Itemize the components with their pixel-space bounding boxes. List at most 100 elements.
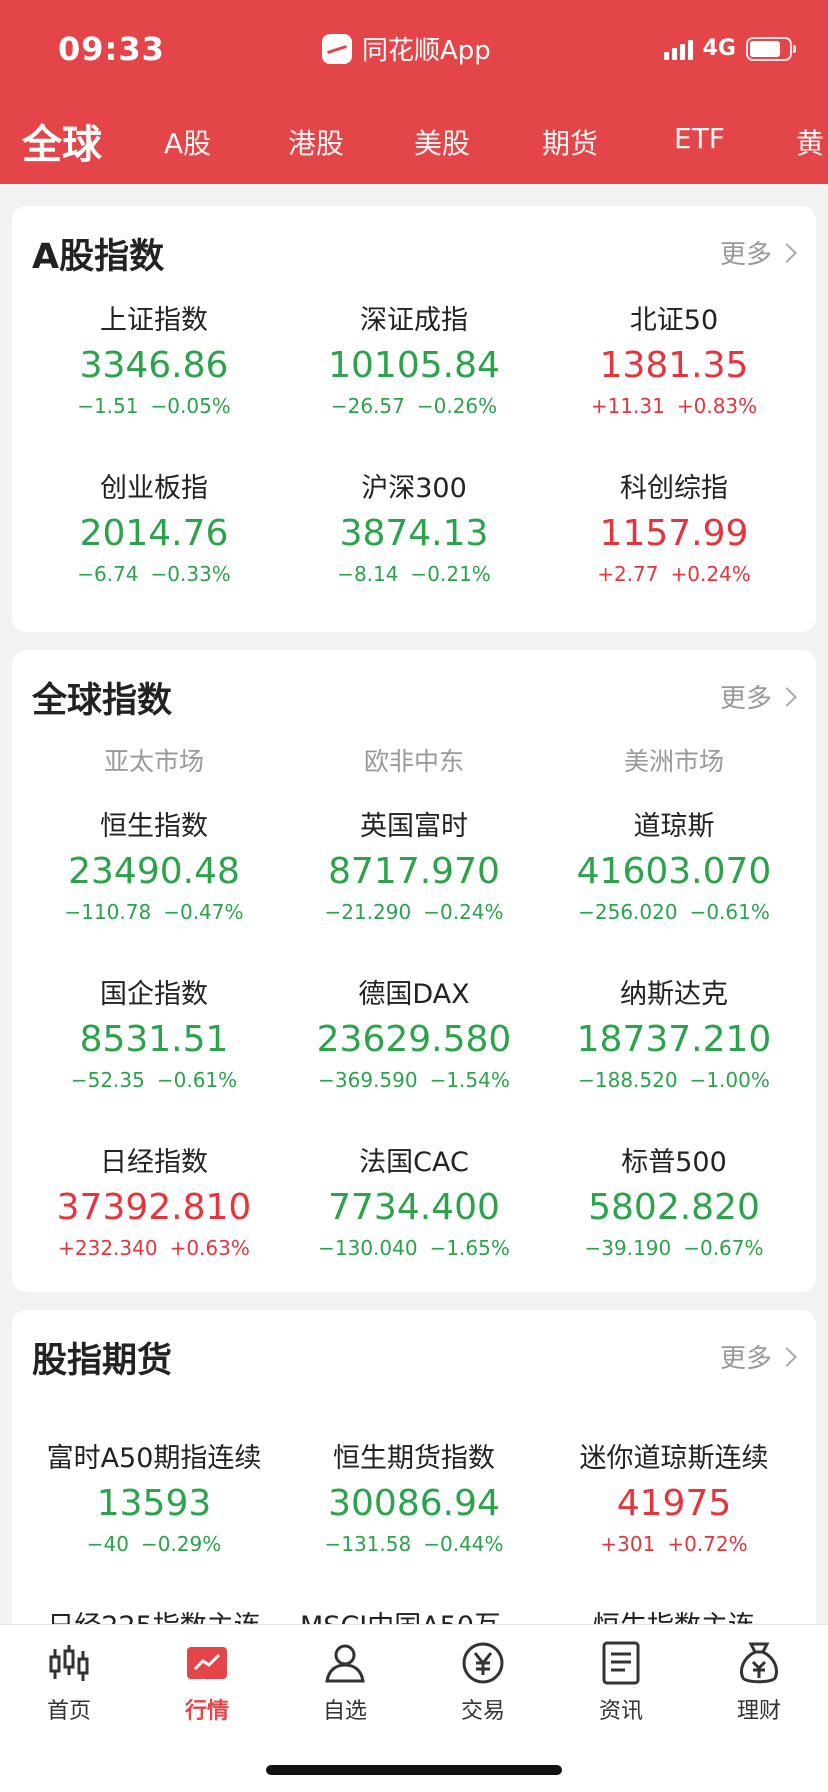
tab-us[interactable]: 美股 xyxy=(414,122,470,162)
change-points: −39.190 xyxy=(584,1236,672,1260)
tab-global[interactable]: 全球 xyxy=(22,112,102,170)
app-indicator[interactable]: 同花顺App xyxy=(322,30,491,67)
tab-etf[interactable]: ETF xyxy=(674,122,725,155)
index-item[interactable]: 科创综指 1157.99 +2.77 +0.24% xyxy=(544,466,804,586)
tab-label: 资讯 xyxy=(598,1699,643,1724)
index-change: −52.35 −0.61% xyxy=(24,1068,284,1092)
index-name: 科创综指 xyxy=(620,473,728,504)
index-change: +232.340 +0.63% xyxy=(24,1236,284,1260)
more-label: 更多 xyxy=(719,240,772,270)
index-item[interactable]: 纳斯达克 18737.210 −188.520 −1.00% xyxy=(544,972,804,1092)
chevron-right-icon xyxy=(777,686,797,707)
change-points: −52.35 xyxy=(70,1068,145,1092)
index-item[interactable]: 标普500 5802.820 −39.190 −0.67% xyxy=(544,1140,804,1260)
index-item[interactable]: 迷你道琼斯连续 41975 +301 +0.72% xyxy=(544,1436,804,1556)
change-percent: +0.83% xyxy=(676,394,758,418)
change-percent: +0.63% xyxy=(169,1236,250,1260)
index-item[interactable]: 法国CAC 7734.400 −130.040 −1.65% xyxy=(284,1140,544,1260)
change-percent: −0.47% xyxy=(163,900,244,924)
index-futures-card: 股指期货 更多 富时A50期指连续 13593 −40 −0.29% 恒生期货指数 300… xyxy=(12,1310,816,1650)
market-chart-icon xyxy=(138,1639,276,1687)
index-value: 10105.84 xyxy=(328,345,500,386)
change-points: −110.78 xyxy=(64,900,152,924)
index-item[interactable]: 北证50 1381.35 +11.31 +0.83% xyxy=(544,298,804,418)
tab-trade[interactable]: 交易 xyxy=(414,1639,552,1725)
index-item[interactable]: 德国DAX 23629.580 −369.590 −1.54% xyxy=(284,972,544,1092)
index-value: 41975 xyxy=(616,1483,732,1524)
tab-gold[interactable]: 黄 xyxy=(796,122,824,162)
index-value: 7734.400 xyxy=(328,1187,500,1228)
tab-hk[interactable]: 港股 xyxy=(288,122,344,162)
index-change: −39.190 −0.67% xyxy=(544,1236,804,1260)
index-item[interactable]: 国企指数 8531.51 −52.35 −0.61% xyxy=(24,972,284,1092)
index-value: 18737.210 xyxy=(576,1019,772,1060)
tab-label: 理财 xyxy=(736,1699,781,1724)
index-item[interactable]: 日经指数 37392.810 +232.340 +0.63% xyxy=(24,1140,284,1260)
index-item[interactable]: 富时A50期指连续 13593 −40 −0.29% xyxy=(24,1436,284,1556)
index-item[interactable]: 创业板指 2014.76 −6.74 −0.33% xyxy=(24,466,284,586)
tab-wealth[interactable]: 理财 xyxy=(690,1639,828,1725)
change-percent: −1.65% xyxy=(429,1236,510,1260)
index-item[interactable]: 上证指数 3346.86 −1.51 −0.05% xyxy=(24,298,284,418)
index-change: +301 +0.72% xyxy=(544,1532,804,1556)
change-percent: −1.00% xyxy=(689,1068,770,1092)
tab-market[interactable]: 行情 xyxy=(138,1639,276,1725)
change-percent: −0.44% xyxy=(423,1532,504,1556)
index-item[interactable]: 深证成指 10105.84 −26.57 −0.26% xyxy=(284,298,544,418)
index-item[interactable]: 恒生指数 23490.48 −110.78 −0.47% xyxy=(24,804,284,924)
index-change: −40 −0.29% xyxy=(24,1532,284,1556)
card-title: A股指数 xyxy=(32,237,165,277)
index-item[interactable]: 恒生期货指数 30086.94 −131.58 −0.44% xyxy=(284,1436,544,1556)
tab-a-share[interactable]: A股 xyxy=(164,122,211,162)
index-change: −130.040 −1.65% xyxy=(284,1236,544,1260)
index-name: 纳斯达克 xyxy=(620,979,728,1010)
index-value: 2014.76 xyxy=(79,513,229,554)
index-name: 北证50 xyxy=(629,305,719,336)
tab-label: 交易 xyxy=(460,1699,505,1724)
system-icons: 4G xyxy=(663,36,796,61)
index-change: −131.58 −0.44% xyxy=(284,1532,544,1556)
change-points: −6.74 xyxy=(77,562,139,586)
index-name: 英国富时 xyxy=(360,811,468,842)
change-percent: −0.21% xyxy=(410,562,491,586)
change-points: −8.14 xyxy=(337,562,399,586)
change-points: −21.290 xyxy=(324,900,412,924)
candlestick-icon xyxy=(0,1639,138,1687)
tab-news[interactable]: 资讯 xyxy=(552,1639,690,1725)
index-value: 8531.51 xyxy=(79,1019,229,1060)
region-americas: 美洲市场 xyxy=(623,747,724,776)
more-link[interactable]: 更多 xyxy=(720,678,797,715)
signal-icon xyxy=(663,38,693,60)
more-link[interactable]: 更多 xyxy=(720,1338,797,1375)
index-change: −21.290 −0.24% xyxy=(284,900,544,924)
index-name: 标普500 xyxy=(621,1147,727,1178)
index-item[interactable]: 英国富时 8717.970 −21.290 −0.24% xyxy=(284,804,544,924)
change-points: −369.590 xyxy=(318,1068,418,1092)
index-change: +11.31 +0.83% xyxy=(544,394,804,418)
index-change: −1.51 −0.05% xyxy=(24,394,284,418)
index-name: 日经指数 xyxy=(100,1147,208,1178)
index-change: −110.78 −0.47% xyxy=(24,900,284,924)
change-percent: −0.24% xyxy=(423,900,504,924)
index-change: −8.14 −0.21% xyxy=(284,562,544,586)
change-points: −130.040 xyxy=(318,1236,418,1260)
tab-home[interactable]: 首页 xyxy=(0,1639,138,1725)
home-indicator xyxy=(266,1765,562,1775)
index-name: 恒生指数 xyxy=(100,811,208,842)
tab-watchlist[interactable]: 自选 xyxy=(276,1639,414,1725)
index-item[interactable]: 沪深300 3874.13 −8.14 −0.21% xyxy=(284,466,544,586)
index-change: −256.020 −0.61% xyxy=(544,900,804,924)
index-name: 迷你道琼斯连续 xyxy=(579,1443,769,1474)
change-points: −188.520 xyxy=(578,1068,678,1092)
index-item[interactable]: 道琼斯 41603.070 −256.020 −0.61% xyxy=(544,804,804,924)
index-name: 创业板指 xyxy=(100,473,208,504)
change-percent: +0.24% xyxy=(670,562,751,586)
change-percent: −0.61% xyxy=(689,900,770,924)
index-value: 5802.820 xyxy=(588,1187,760,1228)
yen-coin-icon xyxy=(414,1639,552,1687)
more-link[interactable]: 更多 xyxy=(719,234,797,271)
index-name: 法国CAC xyxy=(359,1147,469,1178)
index-value: 1157.99 xyxy=(599,513,749,554)
index-change: −369.590 −1.54% xyxy=(284,1068,544,1092)
tab-futures[interactable]: 期货 xyxy=(542,122,598,162)
